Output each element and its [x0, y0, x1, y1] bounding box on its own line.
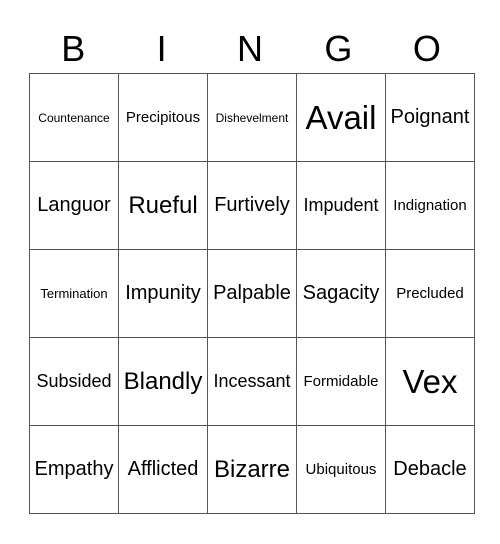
bingo-cell[interactable]: Precipitous [118, 73, 208, 162]
bingo-cell[interactable]: Furtively [207, 161, 297, 250]
bingo-cell[interactable]: Sagacity [296, 249, 386, 338]
bingo-cell[interactable]: Avail [296, 73, 386, 162]
header-letter-n: N [237, 28, 264, 69]
header-letter-o: O [412, 28, 441, 69]
bingo-cell[interactable]: Subsided [29, 337, 119, 426]
bingo-cell[interactable]: Incessant [207, 337, 297, 426]
grid-row: Countenance Precipitous Dishevelment Ava… [29, 73, 475, 162]
bingo-cell[interactable]: Bizarre [207, 425, 297, 514]
bingo-cell[interactable]: Debacle [385, 425, 475, 514]
grid-row: Languor Rueful Furtively Impudent Indign… [29, 161, 475, 250]
bingo-header: B I N G O [29, 25, 471, 73]
header-letter-b: B [61, 28, 86, 69]
bingo-cell[interactable]: Rueful [118, 161, 208, 250]
bingo-cell[interactable]: Termination [29, 249, 119, 338]
bingo-cell[interactable]: Palpable [207, 249, 297, 338]
bingo-cell[interactable]: Blandly [118, 337, 208, 426]
bingo-grid: Countenance Precipitous Dishevelment Ava… [29, 73, 475, 514]
bingo-cell[interactable]: Afflicted [118, 425, 208, 514]
bingo-cell[interactable]: Impudent [296, 161, 386, 250]
bingo-cell[interactable]: Dishevelment [207, 73, 297, 162]
grid-row: Subsided Blandly Incessant Formidable Ve… [29, 337, 475, 426]
bingo-cell[interactable]: Ubiquitous [296, 425, 386, 514]
header-letter-i: I [156, 28, 167, 69]
bingo-cell[interactable]: Formidable [296, 337, 386, 426]
bingo-cell[interactable]: Impunity [118, 249, 208, 338]
bingo-cell[interactable]: Indignation [385, 161, 475, 250]
bingo-cell[interactable]: Countenance [29, 73, 119, 162]
bingo-cell[interactable]: Languor [29, 161, 119, 250]
bingo-cell[interactable]: Precluded [385, 249, 475, 338]
bingo-cell[interactable]: Poignant [385, 73, 475, 162]
grid-row: Empathy Afflicted Bizarre Ubiquitous Deb… [29, 425, 475, 514]
bingo-cell[interactable]: Vex [385, 337, 475, 426]
bingo-cell[interactable]: Empathy [29, 425, 119, 514]
header-letter-g: G [324, 28, 353, 69]
grid-row: Termination Impunity Palpable Sagacity P… [29, 249, 475, 338]
